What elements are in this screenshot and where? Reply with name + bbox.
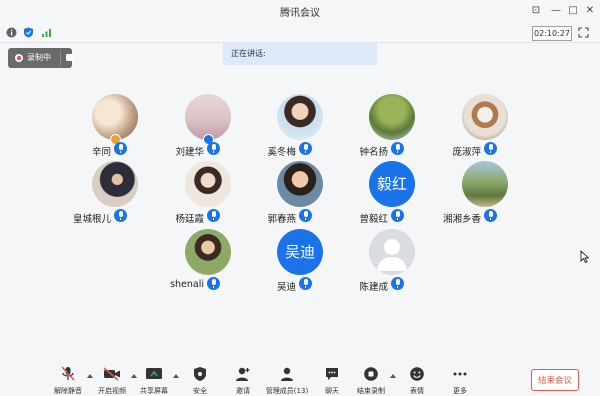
default-user-icon (377, 239, 407, 271)
participant-name: 辛同 (91, 147, 111, 158)
recording-indicator[interactable]: 录制中 (8, 48, 73, 68)
more-label: 更多 (453, 387, 467, 395)
participant-tile[interactable]: 吴迪 吴迪 (255, 229, 345, 295)
avatar (462, 94, 508, 140)
participant-tile[interactable]: 皇城根儿 (70, 161, 160, 227)
maximize-button[interactable]: □ (565, 3, 581, 19)
participant-name: 刘建华 (175, 147, 204, 158)
microphone-icon[interactable] (114, 142, 127, 155)
more-button[interactable]: 更多 (440, 366, 480, 396)
avatar (277, 161, 323, 207)
share-options-caret-icon[interactable] (173, 374, 179, 378)
avatar (92, 161, 138, 207)
stop-recording-button[interactable]: 结束录制 (351, 366, 391, 396)
participant-tile[interactable]: 陈建成 (347, 229, 437, 295)
participant-name: 奚冬梅 (267, 147, 296, 158)
participant-name: 庞淑萍 (452, 147, 481, 158)
avatar (462, 161, 508, 207)
chat-icon (326, 368, 338, 380)
participant-name: 曾毅红 (359, 214, 388, 225)
close-button[interactable]: ✕ (582, 3, 598, 19)
signal-icon[interactable] (41, 27, 52, 38)
avatar (185, 161, 231, 207)
participant-tile[interactable]: 毅红 曾毅红 (347, 161, 437, 227)
participant-tile[interactable]: 湘湘乡香 (440, 161, 530, 227)
stop-icon[interactable] (66, 54, 73, 61)
microphone-icon[interactable] (299, 142, 312, 155)
microphone-icon[interactable] (114, 209, 127, 222)
participant-tile[interactable]: 杨廷霞 (163, 161, 253, 227)
info-icon[interactable] (6, 27, 17, 38)
stop-record-icon (364, 367, 378, 381)
participant-name: 杨廷霞 (175, 214, 204, 225)
participant-tile[interactable]: shenali (163, 229, 253, 295)
members-icon (281, 367, 293, 381)
speaking-banner: 正在讲话: (223, 43, 377, 65)
participant-name: 吴迪 (276, 282, 296, 293)
microphone-icon[interactable] (484, 142, 497, 155)
pin-icon[interactable]: ⊡ (528, 3, 544, 19)
recording-dot-icon (15, 54, 23, 62)
meeting-clock: 02:10:27 (532, 26, 572, 41)
window-title: 腾讯会议 (280, 8, 320, 19)
participant-tile[interactable]: 郭春燕 (255, 161, 345, 227)
end-meeting-button[interactable]: 结束会议 (531, 369, 579, 391)
participant-tile[interactable]: 奚冬梅 (255, 94, 345, 160)
shield-icon[interactable] (23, 27, 34, 38)
microphone-icon[interactable] (484, 209, 497, 222)
microphone-icon[interactable] (391, 277, 404, 290)
participant-name: 皇城根儿 (72, 214, 111, 225)
fullscreen-icon[interactable] (578, 27, 589, 38)
participant-name: 湘湘乡香 (442, 214, 481, 225)
minimize-button[interactable]: — (548, 3, 564, 19)
video-off-icon (103, 367, 120, 381)
avatar (277, 94, 323, 140)
participant-tile[interactable]: 刘建华 (163, 94, 253, 160)
share-screen-icon (146, 368, 162, 379)
mouse-cursor-icon (580, 250, 589, 263)
more-dots-icon (453, 372, 467, 376)
recording-divider (60, 50, 61, 66)
share-screen-button[interactable]: 共享屏幕 (134, 366, 174, 396)
microphone-icon[interactable] (299, 277, 312, 290)
participant-tile[interactable]: 辛同 (70, 94, 160, 160)
status-bar: 02:10:27 (0, 24, 600, 43)
microphone-icon[interactable] (207, 209, 220, 222)
participant-tile[interactable]: 钟名扬 (347, 94, 437, 160)
recording-label: 录制中 (27, 53, 51, 62)
participant-name: 郭春燕 (267, 214, 296, 225)
avatar (369, 229, 415, 275)
emoji-icon (410, 367, 424, 381)
microphone-icon[interactable] (391, 142, 404, 155)
participant-name: shenali (170, 279, 204, 290)
microphone-muted-icon (61, 366, 75, 381)
participant-tile[interactable]: 庞淑萍 (440, 94, 530, 160)
microphone-icon[interactable] (207, 142, 220, 155)
participant-name: 钟名扬 (359, 147, 388, 158)
security-shield-icon (194, 367, 206, 381)
microphone-icon[interactable] (207, 277, 220, 290)
manage-members-button[interactable]: 管理成员(13) (266, 366, 308, 396)
avatar (185, 229, 231, 275)
record-options-caret-icon[interactable] (390, 374, 396, 378)
meeting-toolbar: 解除静音 开启视频 共享屏幕 安全 邀请 管理成员(13) 聊天 结束录制 表情… (0, 362, 600, 396)
avatar: 毅红 (369, 161, 415, 207)
title-bar: 腾讯会议 ⊡ — □ ✕ (0, 0, 600, 24)
microphone-icon[interactable] (391, 209, 404, 222)
avatar: 吴迪 (277, 229, 323, 275)
avatar (369, 94, 415, 140)
microphone-icon[interactable] (299, 209, 312, 222)
participant-name: 陈建成 (359, 282, 388, 293)
invite-user-icon (236, 367, 250, 381)
